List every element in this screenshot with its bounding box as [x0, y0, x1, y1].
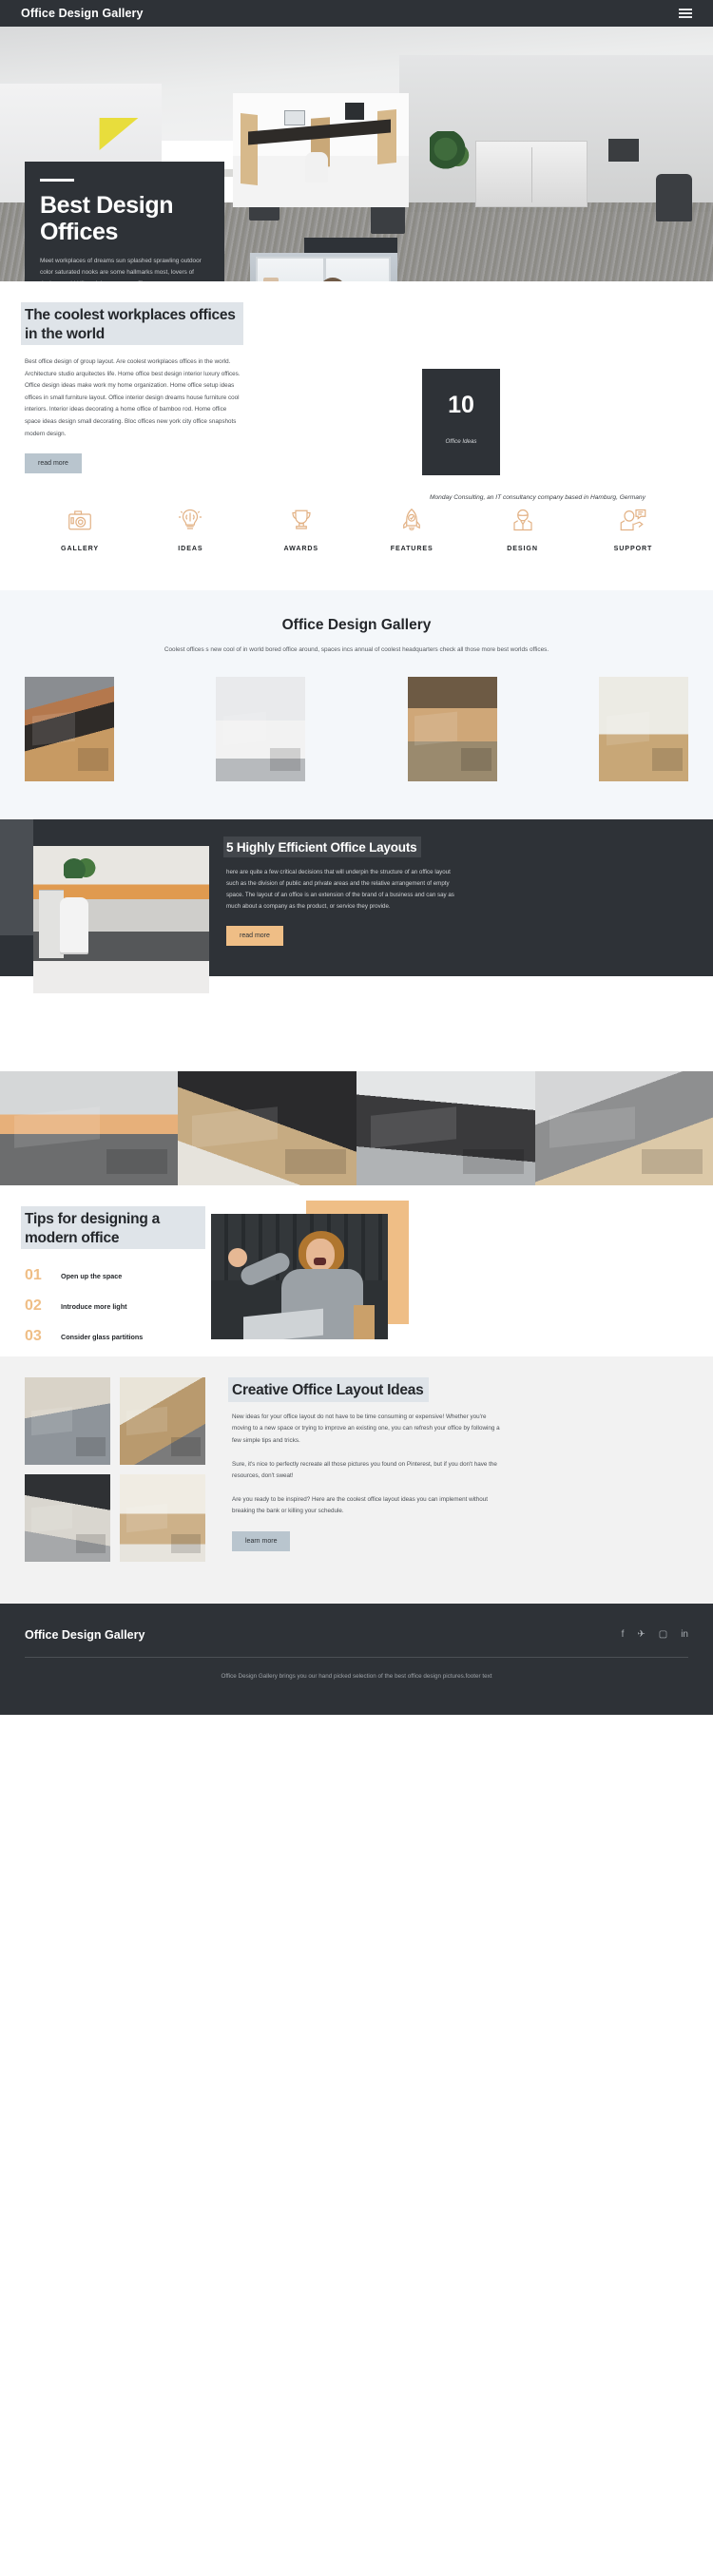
hero-paragraph: Meet workplaces of dreams sun splashed s… [40, 258, 202, 281]
site-title: Office Design Gallery [21, 7, 144, 20]
creative-thumbnail[interactable] [25, 1474, 110, 1563]
feature-label: GALLERY [61, 545, 99, 553]
layouts-accent-block [0, 819, 33, 936]
coolest-workplaces-section: The coolest workplaces offices in the wo… [0, 281, 713, 501]
creative-layout-ideas-section: Creative Office Layout Ideas New ideas f… [0, 1356, 713, 1605]
feature-label: SUPPORT [613, 545, 653, 553]
company-caption: Monday Consulting, an IT consultancy com… [430, 494, 646, 501]
strip-item[interactable] [356, 1071, 535, 1186]
tip-number: 03 [25, 1328, 42, 1345]
creative-thumbnail[interactable] [120, 1474, 205, 1563]
creative-thumbnail[interactable] [25, 1377, 110, 1466]
layouts-read-more-button[interactable]: read more [226, 926, 283, 946]
photo-strip [0, 1071, 713, 1186]
office-ideas-stat-card: 10 Office Ideas [422, 369, 500, 475]
tips-text-column: Tips for designing a modern office 01 Op… [21, 1206, 205, 1359]
facebook-icon[interactable]: f [622, 1630, 625, 1640]
footer-note: Office Design Gallery brings you our han… [221, 1673, 492, 1681]
creative-paragraph-1: New ideas for your office layout do not … [232, 1413, 500, 1445]
person-suit-icon [512, 509, 532, 531]
strip-item[interactable] [0, 1071, 179, 1186]
gallery-item[interactable] [25, 677, 114, 782]
creative-paragraph-2: Sure, it's nice to perfectly recreate al… [232, 1460, 497, 1480]
layouts-float-photo [233, 93, 409, 207]
office-layouts-section: 5 Highly Efficient Office Layouts here a… [0, 819, 713, 994]
tips-section: Tips for designing a modern office 01 Op… [0, 1185, 713, 1359]
hero-text-card: Best Design Offices Meet workplaces of d… [25, 162, 224, 281]
feature-item-support[interactable]: SUPPORT [586, 506, 681, 552]
layouts-title: 5 Highly Efficient Office Layouts [226, 840, 417, 855]
hero-man-photo [250, 253, 397, 281]
layouts-title-highlight: 5 Highly Efficient Office Layouts [223, 836, 422, 857]
page-root: Office Design Gallery Best Design Office… [0, 0, 713, 1716]
layouts-photo [33, 846, 209, 994]
coolest-left-column: The coolest workplaces offices in the wo… [21, 302, 243, 474]
creative-thumbnail-grid [25, 1377, 205, 1571]
feature-label: DESIGN [507, 545, 538, 553]
feature-icon-row: GALLERY IDEAS AWARDS FEATURES DESIGN SUP… [0, 473, 713, 591]
footer-social-links: f ✈ ▢ in [622, 1630, 688, 1640]
gallery-subtitle: Coolest offices s new cool of in world b… [164, 646, 549, 654]
feature-label: AWARDS [283, 545, 319, 553]
camera-icon [68, 510, 91, 530]
creative-title: Creative Office Layout Ideas [232, 1382, 424, 1399]
feature-item-awards[interactable]: AWARDS [254, 506, 349, 552]
tip-text: Consider glass partitions [61, 1332, 144, 1341]
gallery-title: Office Design Gallery [281, 617, 432, 634]
tips-title-highlight: Tips for designing a modern office [21, 1206, 205, 1250]
tips-list-item[interactable]: 02 Introduce more light [25, 1298, 205, 1314]
tip-text: Open up the space [61, 1271, 123, 1280]
tips-list: 01 Open up the space 02 Introduce more l… [25, 1268, 205, 1344]
strip-item[interactable] [534, 1071, 713, 1186]
gallery-section: Office Design Gallery Coolest offices s … [0, 590, 713, 820]
top-navbar: Office Design Gallery [0, 0, 713, 27]
rocket-icon [403, 509, 421, 531]
feature-item-features[interactable]: FEATURES [364, 506, 459, 552]
creative-learn-more-button[interactable]: learn more [232, 1531, 291, 1552]
tips-list-item[interactable]: 03 Consider glass partitions [25, 1329, 205, 1344]
stat-number: 10 [448, 392, 474, 418]
person-chat-icon [620, 509, 646, 531]
layouts-paragraph: here are quite a few critical decisions … [226, 868, 454, 910]
creative-title-highlight: Creative Office Layout Ideas [228, 1377, 430, 1402]
coolest-right-column: 10 Office Ideas Monday Consulting, an IT… [243, 302, 662, 501]
hamburger-icon[interactable] [679, 9, 692, 18]
creative-paragraph-3: Are you ready to be inspired? Here are t… [232, 1495, 489, 1515]
gallery-grid [0, 656, 713, 782]
stat-label: Office Ideas [445, 438, 477, 445]
tips-list-item[interactable]: 01 Open up the space [25, 1268, 205, 1283]
coolest-read-more-button[interactable]: read more [25, 453, 82, 474]
tips-title: Tips for designing a modern office [25, 1211, 160, 1246]
footer-divider [25, 1657, 688, 1659]
feature-item-ideas[interactable]: IDEAS [143, 506, 238, 552]
coolest-paragraph: Best office design of group layout. Are … [25, 358, 241, 437]
feature-label: FEATURES [390, 545, 434, 553]
twitter-icon[interactable]: ✈ [637, 1630, 645, 1640]
feature-label: IDEAS [178, 545, 203, 553]
tip-text: Introduce more light [61, 1301, 127, 1311]
instagram-icon[interactable]: ▢ [659, 1630, 667, 1640]
tips-photo [211, 1214, 388, 1340]
footer: Office Design Gallery f ✈ ▢ in Office De… [0, 1604, 713, 1716]
creative-thumbnail[interactable] [120, 1377, 205, 1466]
gallery-item[interactable] [598, 677, 688, 782]
tip-number: 02 [25, 1298, 42, 1315]
tip-number: 01 [25, 1267, 42, 1284]
feature-item-design[interactable]: DESIGN [475, 506, 570, 552]
hero-title: Best Design Offices [40, 192, 174, 245]
gallery-item[interactable] [407, 677, 497, 782]
creative-text-column: Creative Office Layout Ideas New ideas f… [205, 1377, 500, 1571]
lightbulb-brain-icon [179, 509, 202, 529]
gallery-item[interactable] [216, 677, 306, 782]
layouts-text-column: 5 Highly Efficient Office Layouts here a… [223, 836, 511, 946]
footer-brand: Office Design Gallery [25, 1628, 145, 1643]
feature-item-gallery[interactable]: GALLERY [32, 506, 127, 552]
trophy-icon [292, 509, 311, 529]
coolest-title: The coolest workplaces offices in the wo… [25, 307, 236, 342]
hero-accent-rule [40, 179, 74, 182]
linkedin-icon[interactable]: in [681, 1630, 688, 1640]
coolest-title-highlight: The coolest workplaces offices in the wo… [21, 302, 243, 346]
strip-item[interactable] [178, 1071, 356, 1186]
